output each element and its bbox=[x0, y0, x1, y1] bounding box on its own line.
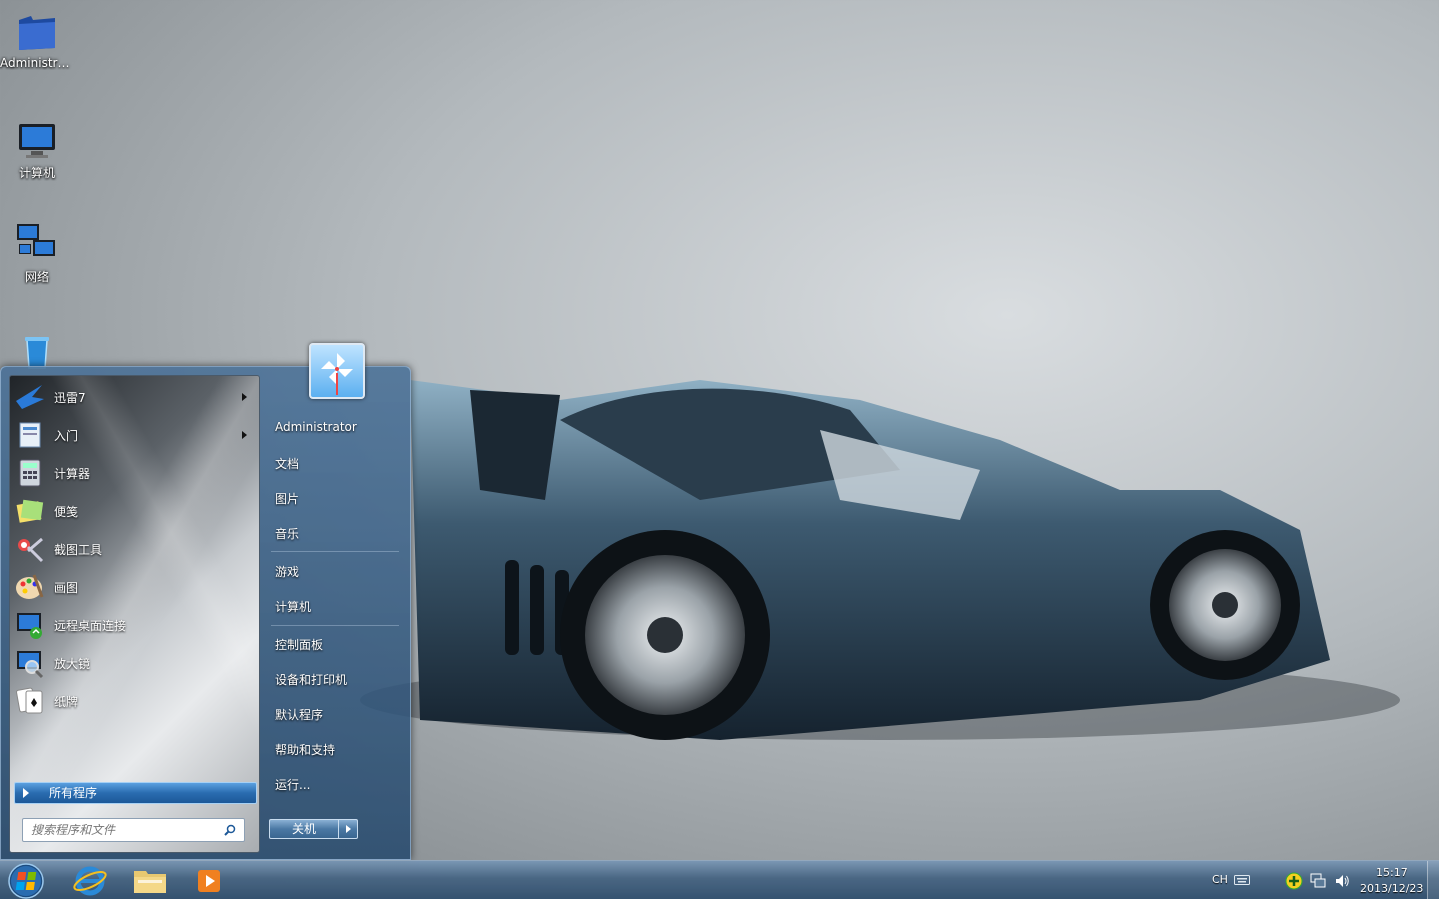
program-sticky-notes[interactable]: 便笺 bbox=[10, 492, 259, 530]
program-label: 放大镜 bbox=[54, 656, 91, 671]
program-label: 入门 bbox=[54, 428, 79, 443]
link-music[interactable]: 音乐 bbox=[275, 525, 299, 542]
taskbar-internet-explorer[interactable] bbox=[64, 863, 116, 899]
desktop-icon-user-folder[interactable]: Administra... bbox=[0, 10, 74, 70]
program-label: 便笺 bbox=[54, 504, 79, 519]
desktop-icon-label: Administra... bbox=[0, 56, 74, 70]
link-run[interactable]: 运行... bbox=[275, 776, 310, 793]
pinwheel-icon bbox=[321, 353, 353, 395]
link-help-support[interactable]: 帮助和支持 bbox=[275, 741, 335, 758]
getting-started-icon bbox=[14, 419, 46, 451]
user-avatar[interactable] bbox=[309, 343, 365, 399]
program-label: 远程桌面连接 bbox=[54, 618, 127, 633]
remote-desktop-icon bbox=[14, 609, 46, 641]
internet-explorer-icon bbox=[73, 866, 107, 896]
network-icon bbox=[15, 222, 59, 266]
clock-date[interactable]: 2013/12/23 bbox=[1360, 882, 1423, 895]
keyboard-icon[interactable] bbox=[1234, 875, 1250, 885]
media-player-icon bbox=[198, 870, 220, 892]
clock-time[interactable]: 15:17 bbox=[1376, 866, 1408, 879]
all-programs-label: 所有程序 bbox=[49, 786, 98, 800]
shutdown-label: 关机 bbox=[291, 822, 316, 836]
start-menu-links-pane: Administrator 文档 图片 音乐 游戏 计算机 控制面板 设备和打印… bbox=[263, 343, 411, 861]
program-xunlei[interactable]: 迅雷7 bbox=[10, 378, 259, 416]
program-solitaire[interactable]: 纸牌 bbox=[10, 682, 259, 720]
program-magnifier[interactable]: 放大镜 bbox=[10, 644, 259, 682]
taskbar-file-explorer[interactable] bbox=[124, 863, 176, 899]
link-devices-printers[interactable]: 设备和打印机 bbox=[275, 671, 347, 688]
link-documents[interactable]: 文档 bbox=[275, 455, 299, 472]
start-orb-button[interactable] bbox=[6, 862, 46, 899]
submenu-arrow-icon bbox=[242, 393, 247, 401]
folder-icon bbox=[15, 10, 59, 54]
link-computer[interactable]: 计算机 bbox=[275, 598, 311, 615]
program-paint[interactable]: 画图 bbox=[10, 568, 259, 606]
link-control-panel[interactable]: 控制面板 bbox=[275, 636, 323, 653]
all-programs-button[interactable]: 所有程序 bbox=[14, 782, 257, 804]
desktop-icon-network[interactable]: 网络 bbox=[0, 222, 74, 285]
sticky-note-icon bbox=[14, 495, 46, 527]
show-desktop-button[interactable] bbox=[1427, 861, 1439, 899]
desktop-icon-label: 网络 bbox=[24, 270, 49, 284]
program-calculator[interactable]: 计算器 bbox=[10, 454, 259, 492]
add-plus-tray-icon[interactable] bbox=[1285, 872, 1303, 890]
shutdown-button[interactable]: 关机 bbox=[269, 819, 339, 839]
paint-palette-icon bbox=[14, 571, 46, 603]
program-label: 计算器 bbox=[54, 466, 91, 481]
program-list: 迅雷7 入门 计算器 便笺 截图工具 画图 远程桌面连接 放大镜 纸牌 bbox=[10, 378, 259, 720]
link-games[interactable]: 游戏 bbox=[275, 563, 299, 580]
program-getting-started[interactable]: 入门 bbox=[10, 416, 259, 454]
start-search-input[interactable] bbox=[22, 818, 245, 842]
program-label: 迅雷7 bbox=[54, 390, 86, 405]
taskbar-media-player[interactable] bbox=[184, 863, 236, 899]
scissors-icon bbox=[14, 533, 46, 565]
shutdown-options-button[interactable] bbox=[338, 819, 358, 839]
network-tray-icon[interactable] bbox=[1310, 873, 1326, 889]
separator bbox=[271, 625, 399, 626]
start-menu: 迅雷7 入门 计算器 便笺 截图工具 画图 远程桌面连接 放大镜 纸牌 所有程序… bbox=[0, 343, 411, 861]
folder-icon bbox=[134, 871, 166, 893]
link-default-programs[interactable]: 默认程序 bbox=[275, 706, 323, 723]
link-user-folder[interactable]: Administrator bbox=[275, 420, 357, 434]
volume-icon[interactable] bbox=[1334, 873, 1350, 889]
separator bbox=[271, 551, 399, 552]
xunlei-bird-icon bbox=[14, 381, 46, 413]
playing-cards-icon bbox=[14, 685, 46, 717]
program-label: 画图 bbox=[54, 580, 79, 595]
program-label: 纸牌 bbox=[54, 694, 79, 709]
play-arrow-icon bbox=[23, 788, 29, 798]
program-label: 截图工具 bbox=[54, 542, 103, 557]
link-pictures[interactable]: 图片 bbox=[275, 490, 299, 507]
taskbar: CH 15:17 2013/12/23 bbox=[0, 860, 1439, 899]
program-snipping-tool[interactable]: 截图工具 bbox=[10, 530, 259, 568]
desktop-icon-computer[interactable]: 计算机 bbox=[0, 118, 74, 181]
language-indicator[interactable]: CH bbox=[1212, 873, 1228, 886]
computer-monitor-icon bbox=[15, 118, 59, 162]
search-icon[interactable] bbox=[224, 824, 236, 836]
submenu-arrow-icon bbox=[242, 431, 247, 439]
program-remote-desktop[interactable]: 远程桌面连接 bbox=[10, 606, 259, 644]
magnifier-icon bbox=[14, 647, 46, 679]
start-menu-programs-pane: 迅雷7 入门 计算器 便笺 截图工具 画图 远程桌面连接 放大镜 纸牌 所有程序… bbox=[9, 375, 260, 853]
desktop-icon-label: 计算机 bbox=[18, 166, 55, 180]
calculator-icon bbox=[14, 457, 46, 489]
